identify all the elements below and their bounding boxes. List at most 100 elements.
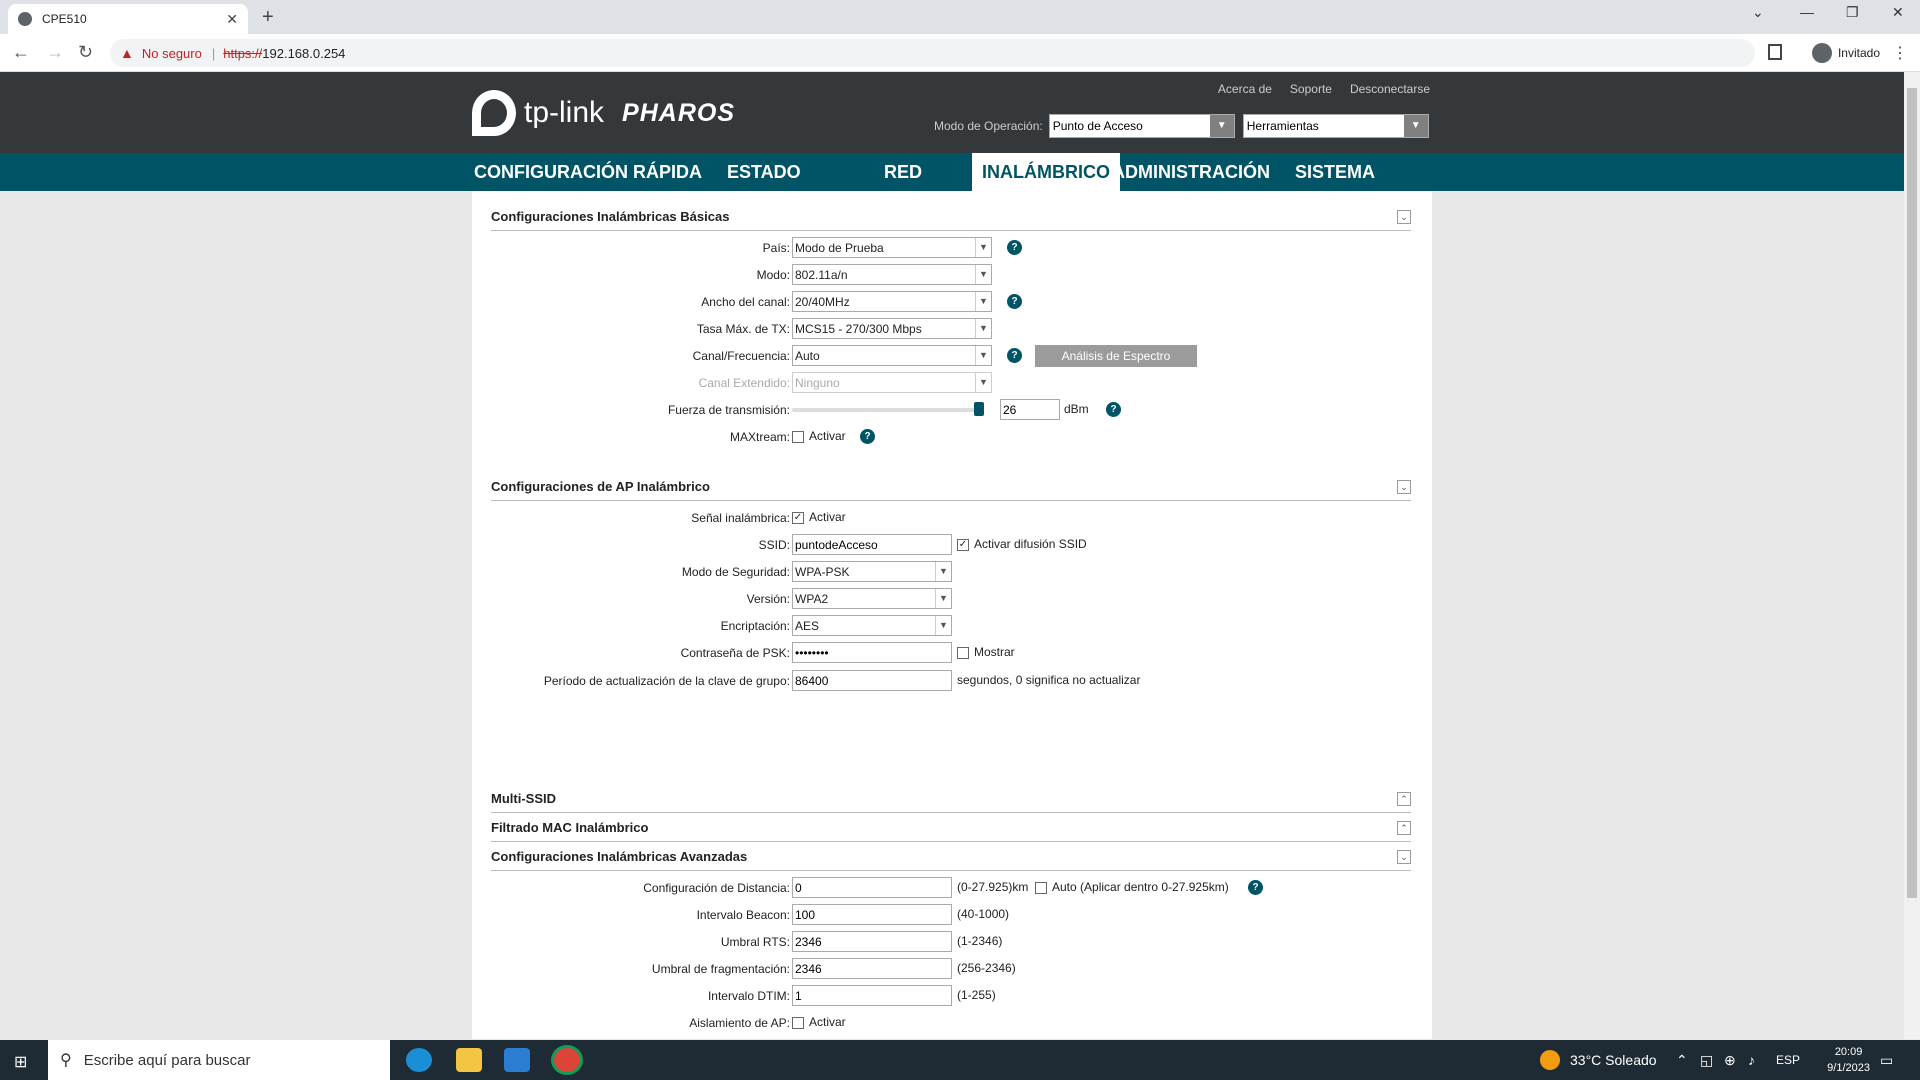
back-icon[interactable]: ← xyxy=(12,42,30,63)
tx-power-input[interactable] xyxy=(1000,399,1060,420)
forward-icon[interactable]: → xyxy=(46,42,64,63)
notifications-icon[interactable]: ▭ xyxy=(1880,1040,1893,1080)
channel-value: Auto xyxy=(795,349,820,363)
psk-password-input[interactable] xyxy=(792,642,952,663)
max-tx-rate-value: MCS15 - 270/300 Mbps xyxy=(795,322,922,336)
help-icon[interactable]: ? xyxy=(1007,294,1022,309)
tx-power-slider[interactable] xyxy=(792,402,984,416)
ssid-input[interactable] xyxy=(792,534,952,555)
help-icon[interactable]: ? xyxy=(1106,402,1121,417)
globe-icon[interactable]: ⊕ xyxy=(1724,1040,1736,1080)
page-scrollbar[interactable] xyxy=(1904,72,1920,1039)
nav-status[interactable]: ESTADO xyxy=(727,153,801,191)
distance-auto-checkbox[interactable] xyxy=(1035,881,1047,894)
close-window-icon[interactable]: ✕ xyxy=(1892,4,1904,21)
spectrum-analysis-button[interactable]: Análisis de Espectro xyxy=(1035,345,1197,367)
nav-quick-setup[interactable]: CONFIGURACIÓN RÁPIDA xyxy=(474,153,702,191)
close-tab-icon[interactable]: ✕ xyxy=(226,11,238,28)
security-mode-select[interactable]: WPA-PSK ▼ xyxy=(792,561,952,582)
network-icon[interactable]: ◱ xyxy=(1700,1040,1713,1080)
browser-tab[interactable]: CPE510 ✕ xyxy=(8,4,248,34)
collapse-icon[interactable]: ⌄ xyxy=(1397,210,1411,224)
mode-select[interactable]: 802.11a/n ▼ xyxy=(792,264,992,285)
mail-icon[interactable] xyxy=(504,1048,530,1072)
taskbar-search[interactable]: ⚲ Escribe aquí para buscar xyxy=(48,1040,390,1080)
ssid-broadcast-checkbox[interactable]: ✓ xyxy=(957,538,969,551)
distance-label: Configuración de Distancia: xyxy=(643,881,790,895)
reload-icon[interactable]: ↻ xyxy=(78,42,93,63)
collapse-icon[interactable]: ⌄ xyxy=(1397,850,1411,864)
side-panel-icon[interactable] xyxy=(1768,44,1782,60)
distance-input[interactable] xyxy=(792,877,952,898)
file-explorer-icon[interactable] xyxy=(456,1048,482,1072)
volume-icon[interactable]: ♪ xyxy=(1748,1040,1755,1080)
browser-tab-bar: CPE510 ✕ + ⌄ — ❐ ✕ xyxy=(0,0,1920,34)
help-icon[interactable]: ? xyxy=(860,429,875,444)
chevron-up-icon[interactable]: ⌃ xyxy=(1676,1040,1688,1080)
chrome-icon[interactable] xyxy=(554,1048,580,1072)
slider-handle[interactable] xyxy=(974,402,984,416)
section-title: Filtrado MAC Inalámbrico xyxy=(491,820,649,835)
profile-name: Invitado xyxy=(1837,46,1880,60)
router-header: tp-link PHAROS Acerca de Soporte Descone… xyxy=(0,72,1904,153)
brand-name: tp-link xyxy=(524,96,605,129)
maxtream-checkbox[interactable] xyxy=(792,430,804,443)
minimize-icon[interactable]: — xyxy=(1800,4,1814,20)
group-key-period-input[interactable] xyxy=(792,670,952,691)
collapse-icon[interactable]: ⌄ xyxy=(1397,480,1411,494)
country-label: País: xyxy=(762,241,790,255)
op-mode-select[interactable]: Punto de Acceso ▼ xyxy=(1048,114,1235,138)
channel-select[interactable]: Auto ▼ xyxy=(792,345,992,366)
fragmentation-threshold-input[interactable] xyxy=(792,958,952,979)
rts-threshold-input[interactable] xyxy=(792,931,952,952)
distance-hint: (0-27.925)km xyxy=(957,880,1029,894)
profile-button[interactable]: Invitado xyxy=(1811,43,1880,63)
weather-widget[interactable]: 33°C Soleado xyxy=(1540,1040,1657,1080)
section-mac-filter: Filtrado MAC Inalámbrico ⌃ xyxy=(491,820,1411,842)
row-max-tx-rate: Tasa Máx. de TX: MCS15 - 270/300 Mbps ▼ xyxy=(472,318,1432,340)
expand-icon[interactable]: ⌃ xyxy=(1397,792,1411,806)
language-indicator[interactable]: ESP xyxy=(1776,1040,1800,1080)
wireless-signal-checkbox[interactable]: ✓ xyxy=(792,511,804,524)
beacon-interval-input[interactable] xyxy=(792,904,952,925)
encryption-select[interactable]: AES ▼ xyxy=(792,615,952,636)
help-icon[interactable]: ? xyxy=(1007,240,1022,255)
new-tab-icon[interactable]: + xyxy=(262,6,274,29)
tools-select[interactable]: Herramientas ▼ xyxy=(1242,114,1429,138)
nav-management[interactable]: ADMINISTRACIÓN xyxy=(1112,153,1270,191)
nav-network[interactable]: RED xyxy=(884,153,922,191)
edge-icon[interactable] xyxy=(406,1048,432,1072)
channel-width-select[interactable]: 20/40MHz ▼ xyxy=(792,291,992,312)
row-beacon-interval: Intervalo Beacon: (40-1000) xyxy=(472,904,1432,926)
search-placeholder: Escribe aquí para buscar xyxy=(83,1051,251,1069)
country-select[interactable]: Modo de Prueba ▼ xyxy=(792,237,992,258)
url-bar[interactable]: ▲ No seguro | https:// 192.168.0.254 xyxy=(110,39,1755,67)
nav-system[interactable]: SISTEMA xyxy=(1295,153,1375,191)
rts-threshold-hint: (1-2346) xyxy=(957,934,1003,948)
tab-search-icon[interactable]: ⌄ xyxy=(1752,4,1764,21)
scrollbar-thumb[interactable] xyxy=(1907,88,1917,898)
menu-icon[interactable]: ⋮ xyxy=(1892,43,1908,63)
clock[interactable]: 20:09 9/1/2023 xyxy=(1827,1044,1870,1076)
channel-label: Canal/Frecuencia: xyxy=(692,349,790,363)
page: tp-link PHAROS Acerca de Soporte Descone… xyxy=(0,72,1904,1039)
show-password-checkbox[interactable] xyxy=(957,646,969,659)
support-link[interactable]: Soporte xyxy=(1290,82,1332,96)
row-ap-isolation: Aislamiento de AP: Activar xyxy=(472,1012,1432,1034)
country-value: Modo de Prueba xyxy=(795,241,884,255)
help-icon[interactable]: ? xyxy=(1007,348,1022,363)
dtim-interval-input[interactable] xyxy=(792,985,952,1006)
ap-isolation-checkbox[interactable] xyxy=(792,1016,804,1029)
clock-time: 20:09 xyxy=(1834,1046,1863,1058)
extended-channel-select[interactable]: Ninguno ▼ xyxy=(792,372,992,393)
windows-start-icon[interactable]: ⊞ xyxy=(14,1052,27,1072)
nav-wireless[interactable]: INALÁMBRICO xyxy=(972,153,1120,191)
channel-width-value: 20/40MHz xyxy=(795,295,850,309)
max-tx-rate-select[interactable]: MCS15 - 270/300 Mbps ▼ xyxy=(792,318,992,339)
version-select[interactable]: WPA2 ▼ xyxy=(792,588,952,609)
about-link[interactable]: Acerca de xyxy=(1218,82,1272,96)
help-icon[interactable]: ? xyxy=(1248,880,1263,895)
restore-icon[interactable]: ❐ xyxy=(1846,4,1859,21)
expand-icon[interactable]: ⌃ xyxy=(1397,821,1411,835)
logout-link[interactable]: Desconectarse xyxy=(1350,82,1430,96)
